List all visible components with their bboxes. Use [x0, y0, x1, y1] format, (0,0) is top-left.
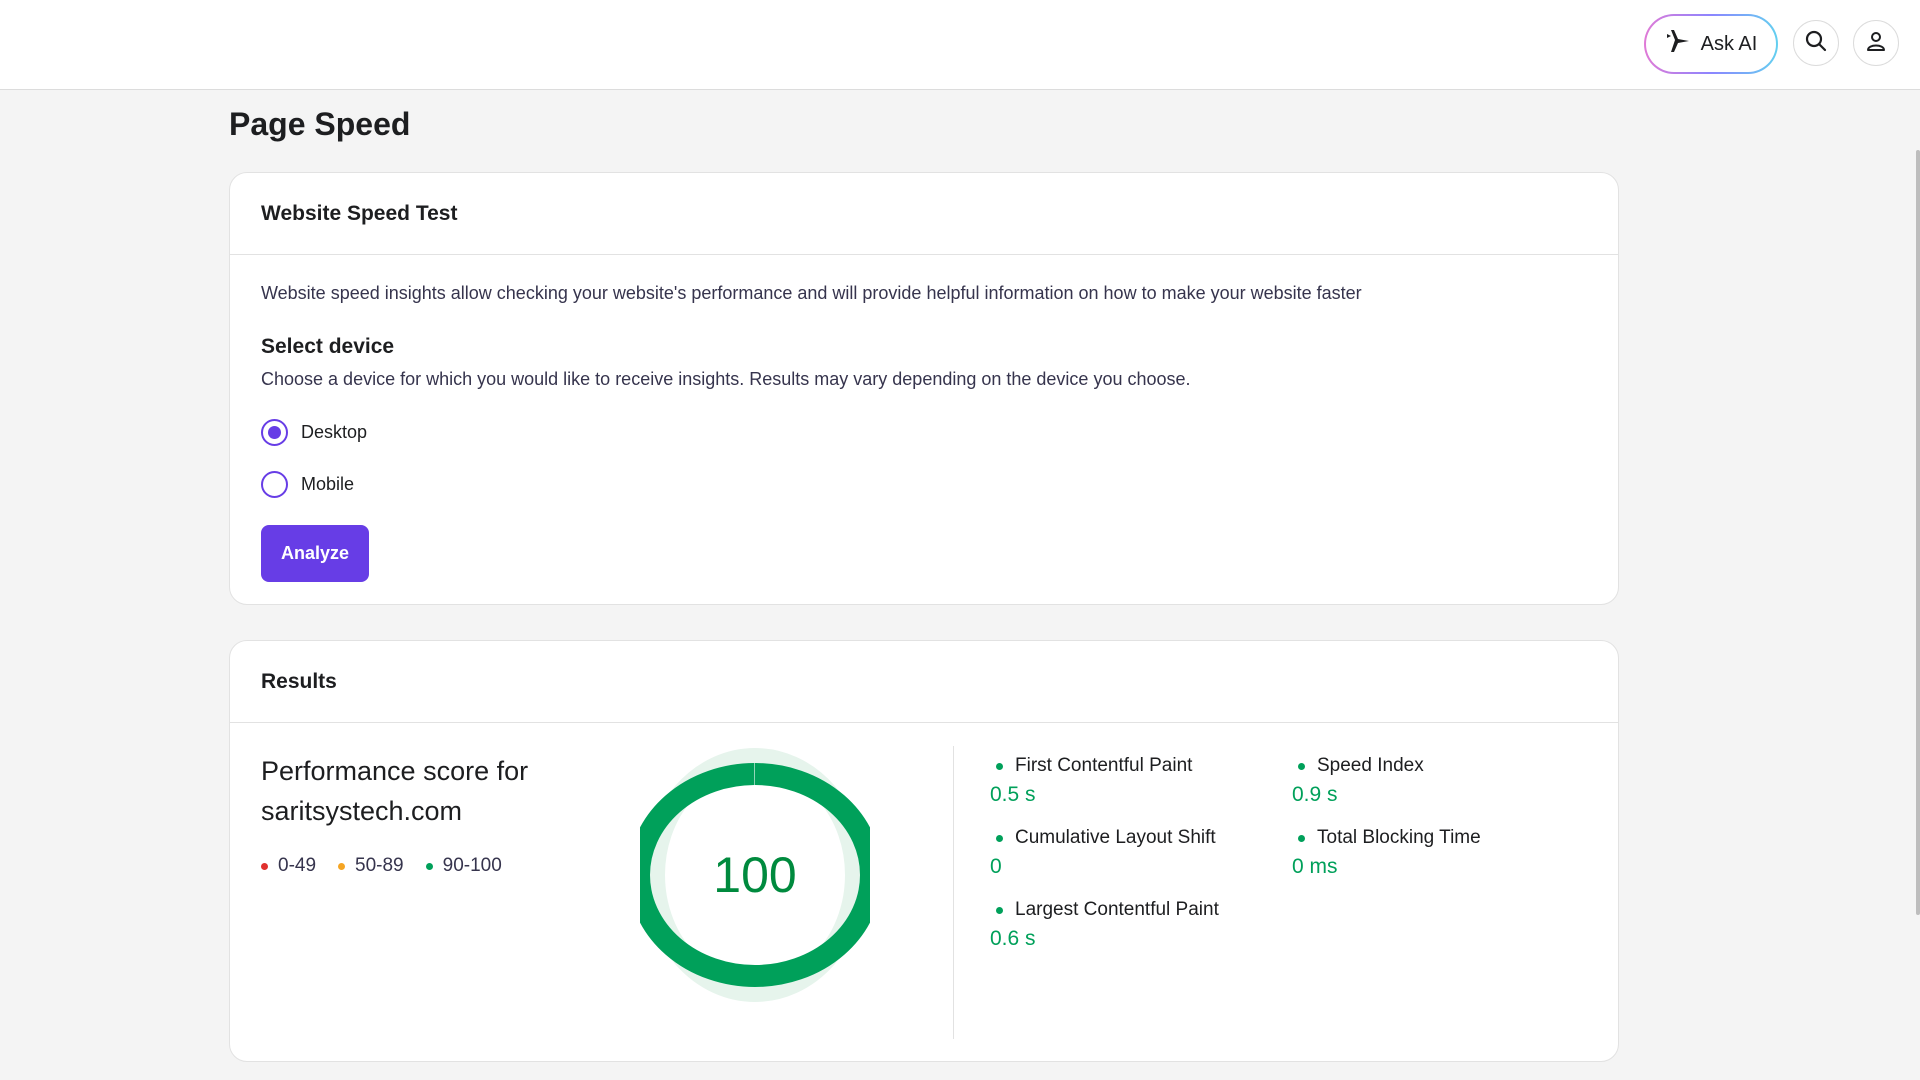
metric-dot — [996, 762, 1003, 770]
metric-total-blocking-time: Total Blocking Time 0 ms — [1292, 827, 1582, 879]
scrollbar-thumb[interactable] — [1916, 150, 1920, 915]
legend-dot-good — [425, 862, 433, 870]
legend-dot-poor — [261, 862, 268, 870]
metric-largest-contentful-paint: Largest Contentful Paint 0.6 s — [990, 899, 1280, 951]
metric-cumulative-layout-shift: Cumulative Layout Shift 0 — [990, 827, 1280, 879]
metric-name-cls: Cumulative Layout Shift — [990, 827, 1280, 849]
analyze-button[interactable]: Analyze — [261, 525, 369, 582]
metric-label: Total Blocking Time — [1317, 827, 1481, 848]
speed-test-title: Website Speed Test — [230, 173, 1618, 255]
metric-name-lcp: Largest Contentful Paint — [990, 899, 1280, 921]
results-card: Results Performance score for saritsyste… — [229, 640, 1619, 1062]
metric-dot — [996, 906, 1003, 914]
metric-value: 0 — [990, 855, 1002, 878]
score-legend: 0-49 50-89 90-100 — [261, 855, 502, 877]
legend-label-good: 90-100 — [442, 855, 502, 876]
metric-value: 0.5 s — [990, 783, 1036, 806]
metric-name-tbt: Total Blocking Time — [1292, 827, 1582, 849]
legend-dot-average — [338, 862, 346, 870]
radio-desktop[interactable]: Desktop — [261, 419, 367, 446]
radio-mobile[interactable]: Mobile — [261, 471, 354, 498]
metric-value: 0.9 s — [1292, 783, 1338, 806]
metric-first-contentful-paint: First Contentful Paint 0.5 s — [990, 755, 1280, 807]
speed-test-intro: Website speed insights allow checking yo… — [261, 283, 1362, 303]
ask-ai-button[interactable]: Ask AI — [1644, 14, 1778, 74]
legend-label-average: 50-89 — [355, 855, 404, 876]
select-device-description: Choose a device for which you would like… — [261, 369, 1191, 389]
top-bar: Ask AI — [0, 0, 1920, 90]
results-divider — [953, 746, 954, 1039]
metric-speed-index: Speed Index 0.9 s — [1292, 755, 1582, 807]
metric-value: 0 ms — [1292, 855, 1338, 878]
sparkle-icon — [1665, 28, 1691, 60]
search-icon — [1804, 29, 1828, 58]
legend-item-average: 50-89 — [338, 855, 404, 877]
page-title: Page Speed — [229, 106, 411, 142]
performance-score-title: Performance score for saritsystech.com — [261, 756, 529, 826]
metric-label: Speed Index — [1317, 755, 1424, 776]
metric-name-fcp: First Contentful Paint — [990, 755, 1280, 777]
metric-dot — [1298, 834, 1305, 842]
metric-dot — [996, 834, 1003, 842]
metric-dot — [1298, 762, 1305, 770]
search-button[interactable] — [1793, 20, 1839, 66]
radio-desktop-circle[interactable] — [261, 419, 288, 446]
radio-mobile-label: Mobile — [301, 474, 355, 494]
metric-label: Cumulative Layout Shift — [1015, 827, 1216, 848]
legend-item-poor: 0-49 — [261, 855, 316, 877]
metric-label: Largest Contentful Paint — [1015, 899, 1219, 920]
user-icon — [1865, 30, 1887, 57]
select-device-title: Select device — [261, 335, 395, 358]
results-title: Results — [230, 641, 1618, 723]
score-value: 100 — [713, 847, 797, 903]
legend-item-good: 90-100 — [425, 855, 502, 877]
metric-label: First Contentful Paint — [1015, 755, 1193, 776]
legend-label-poor: 0-49 — [278, 855, 317, 876]
radio-mobile-circle[interactable] — [261, 471, 288, 498]
score-gauge: 100 — [628, 745, 882, 1005]
metric-name-si: Speed Index — [1292, 755, 1582, 777]
metric-value: 0.6 s — [990, 927, 1036, 950]
ask-ai-label: Ask AI — [1700, 32, 1758, 55]
user-button[interactable] — [1853, 20, 1899, 66]
speed-test-card: Website Speed Test Website speed insight… — [229, 172, 1619, 605]
radio-desktop-label: Desktop — [301, 422, 368, 442]
